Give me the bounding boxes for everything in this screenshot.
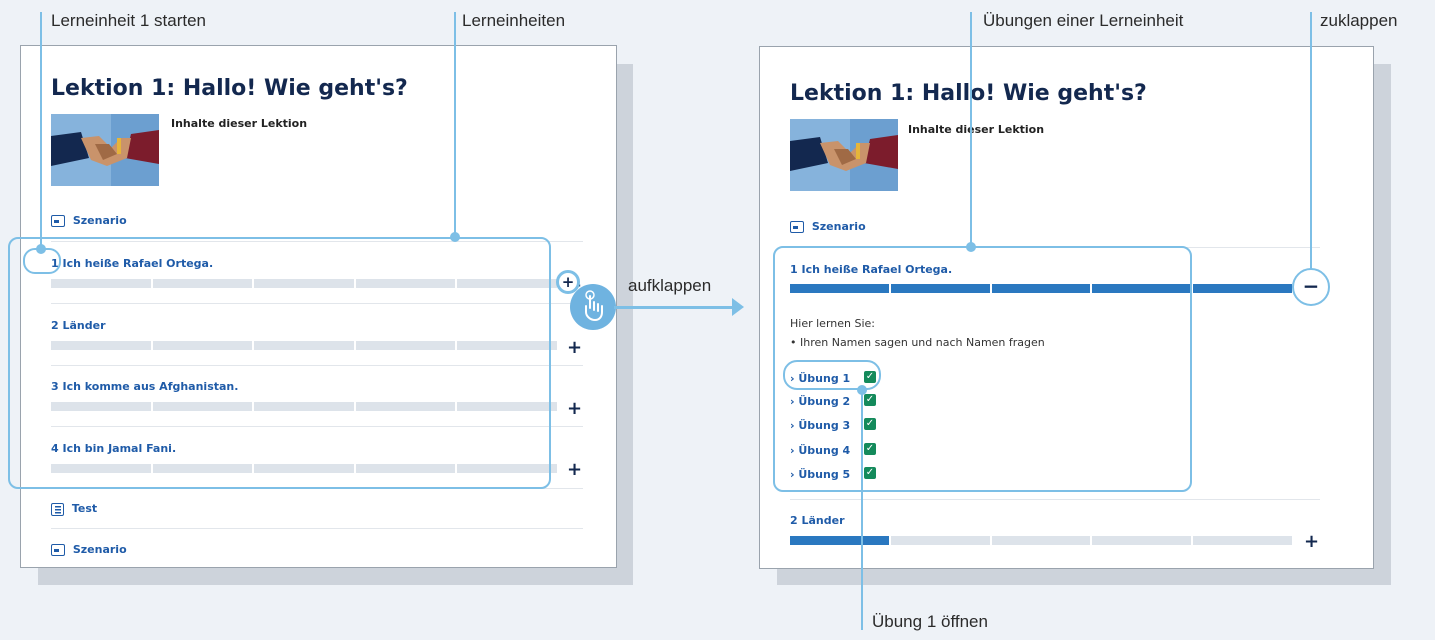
lesson-image-handshake xyxy=(790,119,898,191)
highlight-exercise-1 xyxy=(783,360,881,390)
callout-start-unit: Lerneinheit 1 starten xyxy=(51,11,206,30)
callout-line xyxy=(454,12,456,236)
collapse-button[interactable]: − xyxy=(1292,268,1330,306)
callout-exercises: Übungen einer Lerneinheit xyxy=(983,11,1184,30)
divider xyxy=(51,528,583,529)
scenario-link-bottom[interactable]: Szenario xyxy=(51,543,127,556)
divider xyxy=(790,499,1320,500)
lesson-contents-label: Inhalte dieser Lektion xyxy=(908,123,1045,136)
unit-2-title[interactable]: 2 Länder xyxy=(790,514,845,527)
highlight-units xyxy=(8,237,551,489)
callout-line xyxy=(861,390,863,630)
arrow-line xyxy=(614,306,734,309)
tap-hand-icon xyxy=(570,284,616,330)
lesson-title: Lektion 1: Hallo! Wie geht's? xyxy=(790,81,1147,106)
image-icon xyxy=(51,544,65,556)
unit-4-expand-button[interactable]: + xyxy=(567,461,582,479)
lesson-title: Lektion 1: Hallo! Wie geht's? xyxy=(51,76,408,101)
callout-line xyxy=(1310,12,1312,270)
arrow-head-icon xyxy=(732,298,744,316)
callout-line xyxy=(970,12,972,246)
image-icon xyxy=(790,221,804,233)
unit-2-progress-bar xyxy=(790,536,1292,545)
unit-3-expand-button[interactable]: + xyxy=(567,400,582,418)
image-icon xyxy=(51,215,65,227)
scenario-link-top[interactable]: Szenario xyxy=(51,214,127,227)
lesson-contents-label: Inhalte dieser Lektion xyxy=(171,117,308,130)
lesson-image-handshake xyxy=(51,114,159,186)
scenario-link[interactable]: Szenario xyxy=(790,220,866,233)
unit-2-expand-button[interactable]: + xyxy=(567,339,582,357)
test-list-icon xyxy=(51,502,64,516)
test-link[interactable]: Test xyxy=(51,502,97,516)
callout-units: Lerneinheiten xyxy=(462,11,566,30)
callout-expand: aufklappen xyxy=(628,276,712,295)
callout-collapse: zuklappen xyxy=(1320,11,1398,30)
callout-open-exercise: Übung 1 öffnen xyxy=(872,612,988,631)
callout-line xyxy=(40,12,42,248)
unit-2-expand-button[interactable]: + xyxy=(1304,533,1319,551)
